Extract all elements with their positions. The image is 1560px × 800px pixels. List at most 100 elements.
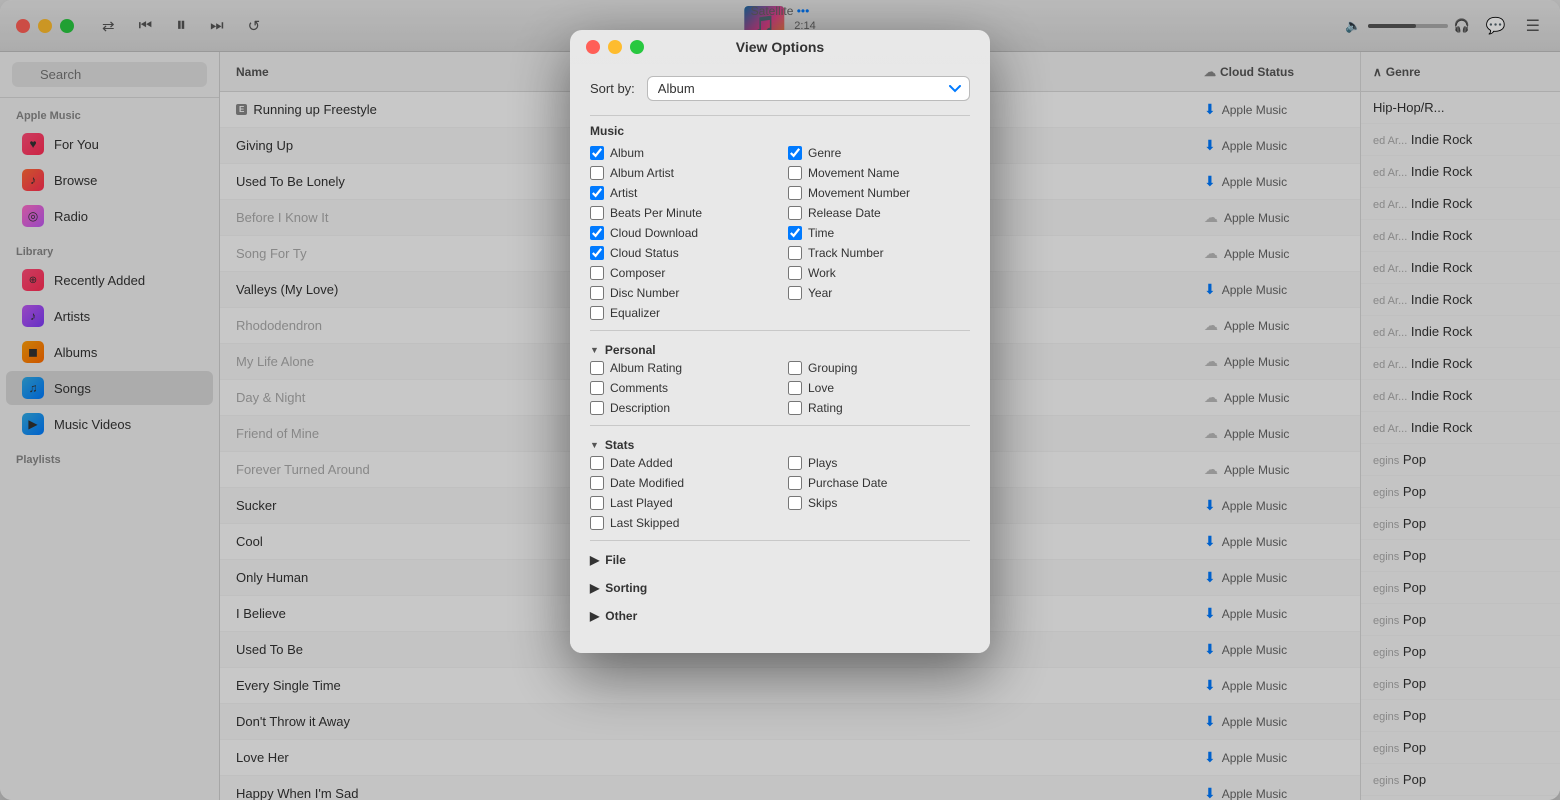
checkbox-comments[interactable]	[590, 381, 604, 395]
checkbox-last-skipped[interactable]	[590, 516, 604, 530]
stats-checkbox-item-purchase-date[interactable]: Purchase Date	[788, 476, 970, 490]
checkbox-item-disc-number[interactable]: Disc Number	[590, 286, 772, 300]
checkbox-item-artist[interactable]: Artist	[590, 186, 772, 200]
checkbox-skips[interactable]	[788, 496, 802, 510]
modal-min-button[interactable]	[608, 40, 622, 54]
stats-checkbox-item-last-skipped[interactable]: Last Skipped	[590, 516, 772, 530]
checkbox-movement-name[interactable]	[788, 166, 802, 180]
checkbox-album[interactable]	[590, 146, 604, 160]
checkbox-last-played[interactable]	[590, 496, 604, 510]
personal-checkbox-item-description[interactable]: Description	[590, 401, 772, 415]
checkbox-description[interactable]	[590, 401, 604, 415]
collapsible-label-other: Other	[605, 609, 637, 623]
collapsible-header-sorting[interactable]: ▶ Sorting	[590, 577, 970, 599]
checkbox-item-work[interactable]: Work	[788, 266, 970, 280]
checkbox-item-movement-name[interactable]: Movement Name	[788, 166, 970, 180]
personal-checkbox-item-comments[interactable]: Comments	[590, 381, 772, 395]
stats-checkbox-item-date-modified[interactable]: Date Modified	[590, 476, 772, 490]
checkbox-label-comments: Comments	[610, 381, 668, 395]
checkbox-album-artist[interactable]	[590, 166, 604, 180]
checkbox-item-equalizer[interactable]: Equalizer	[590, 306, 772, 320]
checkbox-item-movement-number[interactable]: Movement Number	[788, 186, 970, 200]
checkbox-year[interactable]	[788, 286, 802, 300]
collapsible-header-other[interactable]: ▶ Other	[590, 605, 970, 627]
checkbox-equalizer[interactable]	[590, 306, 604, 320]
collapsible-header-file[interactable]: ▶ File	[590, 549, 970, 571]
triangle-file: ▶	[590, 553, 599, 567]
checkbox-item-album-artist[interactable]: Album Artist	[590, 166, 772, 180]
checkbox-item-release-date[interactable]: Release Date	[788, 206, 970, 220]
checkbox-cloud-status[interactable]	[590, 246, 604, 260]
checkbox-plays[interactable]	[788, 456, 802, 470]
checkbox-item-time[interactable]: Time	[788, 226, 970, 240]
checkbox-label-album-artist: Album Artist	[610, 166, 674, 180]
checkbox-label-artist: Artist	[610, 186, 637, 200]
checkbox-date-modified[interactable]	[590, 476, 604, 490]
stats-checkbox-item-plays[interactable]: Plays	[788, 456, 970, 470]
stats-section-header[interactable]: ▼ Stats	[590, 434, 970, 456]
checkbox-label-work: Work	[808, 266, 836, 280]
checkbox-artist[interactable]	[590, 186, 604, 200]
checkbox-label-cloud-status: Cloud Status	[610, 246, 679, 260]
checkbox-label-year: Year	[808, 286, 832, 300]
collapsible-label-file: File	[605, 553, 626, 567]
checkbox-genre[interactable]	[788, 146, 802, 160]
checkbox-label-album: Album	[610, 146, 644, 160]
section-divider-2	[590, 330, 970, 331]
stats-checkbox-item-skips[interactable]: Skips	[788, 496, 970, 510]
sort-select[interactable]: Album	[647, 76, 970, 101]
personal-checkbox-item-grouping[interactable]: Grouping	[788, 361, 970, 375]
section-divider-4	[590, 540, 970, 541]
checkbox-rating[interactable]	[788, 401, 802, 415]
checkbox-track-number[interactable]	[788, 246, 802, 260]
stats-checkbox-item-last-played[interactable]: Last Played	[590, 496, 772, 510]
collapsible-other: ▶ Other	[590, 605, 970, 627]
checkbox-label-grouping: Grouping	[808, 361, 857, 375]
checkbox-love[interactable]	[788, 381, 802, 395]
collapsible-label-sorting: Sorting	[605, 581, 647, 595]
checkbox-item-beats-per-minute[interactable]: Beats Per Minute	[590, 206, 772, 220]
checkbox-item-genre[interactable]: Genre	[788, 146, 970, 160]
stats-section: ▼ Stats Date Added Plays Date Modified Purc…	[590, 434, 970, 530]
checkbox-label-rating: Rating	[808, 401, 843, 415]
checkbox-label-movement-number: Movement Number	[808, 186, 910, 200]
modal-max-button[interactable]	[630, 40, 644, 54]
checkbox-purchase-date[interactable]	[788, 476, 802, 490]
personal-checkbox-item-rating[interactable]: Rating	[788, 401, 970, 415]
personal-checkbox-item-love[interactable]: Love	[788, 381, 970, 395]
personal-checkbox-item-album-rating[interactable]: Album Rating	[590, 361, 772, 375]
checkbox-date-added[interactable]	[590, 456, 604, 470]
checkbox-beats-per-minute[interactable]	[590, 206, 604, 220]
modal-window-controls	[586, 40, 644, 54]
collapsible-file: ▶ File	[590, 549, 970, 571]
checkbox-album-rating[interactable]	[590, 361, 604, 375]
checkbox-item-track-number[interactable]: Track Number	[788, 246, 970, 260]
checkbox-label-description: Description	[610, 401, 670, 415]
checkbox-item-cloud-status[interactable]: Cloud Status	[590, 246, 772, 260]
modal-overlay[interactable]: View Options Sort by: Album Music AlbumG…	[0, 0, 1560, 800]
modal-close-button[interactable]	[586, 40, 600, 54]
checkbox-label-composer: Composer	[610, 266, 665, 280]
checkbox-item-composer[interactable]: Composer	[590, 266, 772, 280]
personal-triangle: ▼	[590, 345, 599, 355]
checkbox-movement-number[interactable]	[788, 186, 802, 200]
checkbox-disc-number[interactable]	[590, 286, 604, 300]
checkbox-item-cloud-download[interactable]: Cloud Download	[590, 226, 772, 240]
checkbox-label-equalizer: Equalizer	[610, 306, 660, 320]
checkbox-item-year[interactable]: Year	[788, 286, 970, 300]
checkbox-label-release-date: Release Date	[808, 206, 881, 220]
checkbox-item-album[interactable]: Album	[590, 146, 772, 160]
checkbox-label-album-rating: Album Rating	[610, 361, 682, 375]
checkbox-work[interactable]	[788, 266, 802, 280]
checkbox-composer[interactable]	[590, 266, 604, 280]
sort-label: Sort by:	[590, 81, 635, 96]
checkbox-time[interactable]	[788, 226, 802, 240]
personal-section-title: Personal	[605, 343, 656, 357]
stats-checkbox-item-date-added[interactable]: Date Added	[590, 456, 772, 470]
personal-section-header[interactable]: ▼ Personal	[590, 339, 970, 361]
collapsible-sections: ▶ File ▶ Sorting ▶ Other	[590, 549, 970, 627]
music-section-title: Music	[590, 124, 970, 138]
checkbox-grouping[interactable]	[788, 361, 802, 375]
checkbox-release-date[interactable]	[788, 206, 802, 220]
checkbox-cloud-download[interactable]	[590, 226, 604, 240]
